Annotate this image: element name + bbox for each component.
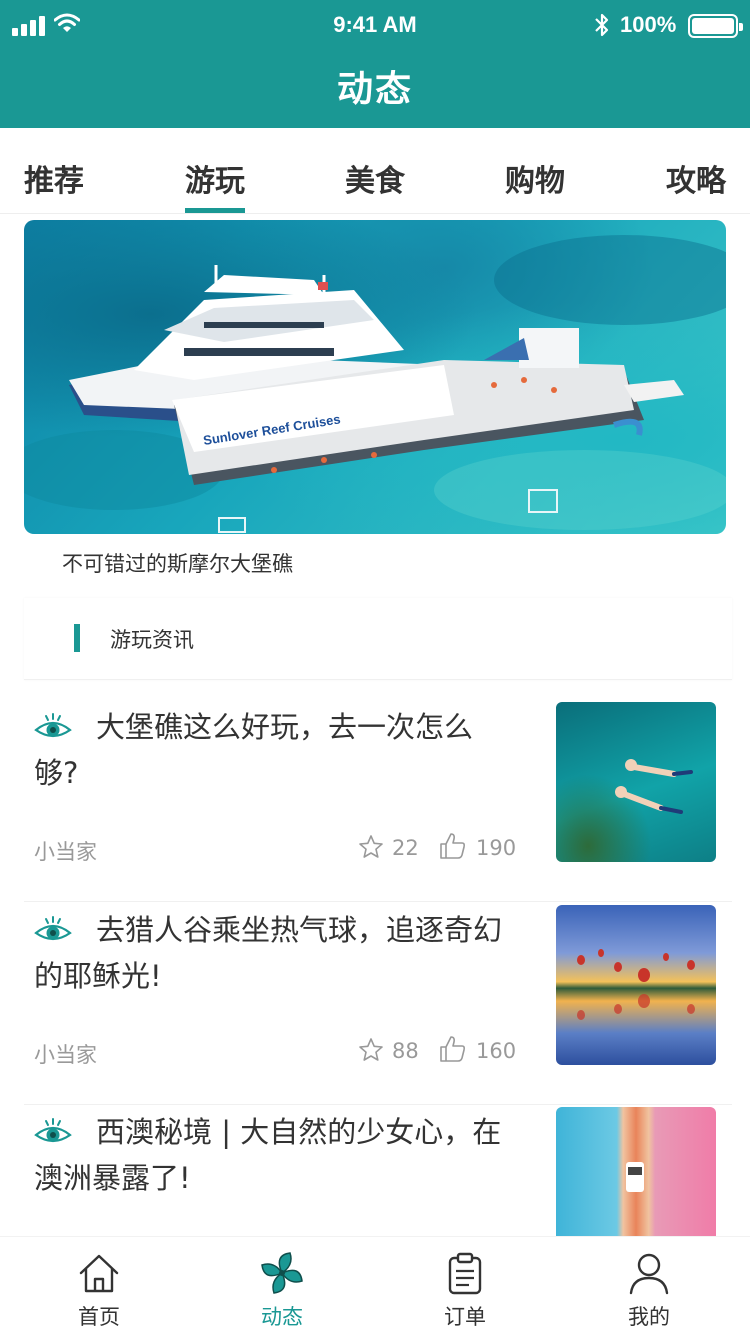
section-header: 游玩资讯	[24, 598, 732, 680]
bottom-tab-bar: 首页 动态 订单 我的	[0, 1236, 750, 1334]
tab-shopping[interactable]: 购物	[505, 156, 565, 200]
thumbs-up-icon[interactable]	[438, 832, 466, 860]
banner-caption[interactable]: 不可错过的斯摩尔大堡礁	[62, 548, 293, 578]
article-title[interactable]: 大堡礁这么好玩，去一次怎么够?	[34, 704, 514, 796]
nav-label: 首页	[78, 1305, 120, 1329]
article-title[interactable]: 去猎人谷乘坐热气球，追逐奇幻的耶稣光!	[34, 907, 514, 999]
tab-recommend[interactable]: 推荐	[24, 156, 84, 200]
favorite-count: 22	[392, 836, 419, 860]
star-icon[interactable]	[358, 1037, 384, 1063]
pinwheel-icon	[261, 1252, 303, 1294]
battery-icon	[688, 14, 743, 38]
nav-label: 动态	[261, 1305, 303, 1329]
nav-label: 订单	[444, 1305, 486, 1329]
pink-lake-road-illustration	[626, 1162, 644, 1192]
home-icon	[79, 1254, 119, 1293]
article-author: 小当家	[34, 840, 97, 864]
page-title: 动态	[336, 69, 413, 110]
favorite-count: 88	[392, 1039, 419, 1063]
cruise-boat-illustration: Sunlover Reef Cruises	[24, 235, 726, 533]
nav-orders[interactable]: 订单	[405, 1237, 525, 1334]
nav-label: 我的	[628, 1305, 670, 1329]
nav-profile[interactable]: 我的	[589, 1237, 709, 1334]
article-thumbnail[interactable]	[556, 702, 716, 862]
clipboard-icon	[448, 1252, 482, 1295]
snorkelers-illustration	[615, 759, 693, 814]
star-icon[interactable]	[358, 834, 384, 860]
article-title[interactable]: 西澳秘境 | 大自然的少女心，在澳洲暴露了!	[34, 1109, 514, 1201]
app-header: 9:41 AM 100% 动态	[0, 0, 750, 128]
user-icon	[629, 1253, 669, 1295]
status-bar: 9:41 AM 100%	[0, 0, 750, 52]
article-item[interactable]: 大堡礁这么好玩，去一次怎么够? 小当家 22 190	[24, 702, 732, 902]
nav-home[interactable]: 首页	[39, 1237, 159, 1334]
section-title: 游玩资讯	[110, 628, 194, 652]
tab-guide[interactable]: 攻略	[666, 156, 726, 200]
like-count: 160	[476, 1039, 517, 1063]
section-accent-bar	[74, 624, 80, 652]
article-thumbnail[interactable]	[556, 1107, 716, 1237]
article-item[interactable]: 去猎人谷乘坐热气球，追逐奇幻的耶稣光! 小当家 88 160	[24, 905, 732, 1105]
article-author: 小当家	[34, 1043, 97, 1067]
thumbs-up-icon[interactable]	[438, 1035, 466, 1063]
bluetooth-icon	[595, 13, 609, 37]
category-tabs: 推荐 游玩 美食 购物 攻略	[0, 128, 750, 214]
nav-feed[interactable]: 动态	[222, 1237, 342, 1334]
tab-play[interactable]: 游玩	[185, 156, 245, 213]
balloons-illustration	[577, 949, 695, 1020]
like-count: 190	[476, 836, 517, 860]
tab-food[interactable]: 美食	[345, 156, 405, 200]
battery-percent: 100%	[620, 12, 677, 37]
article-thumbnail[interactable]	[556, 905, 716, 1065]
banner-image[interactable]: Sunlover Reef Cruises	[24, 220, 726, 534]
